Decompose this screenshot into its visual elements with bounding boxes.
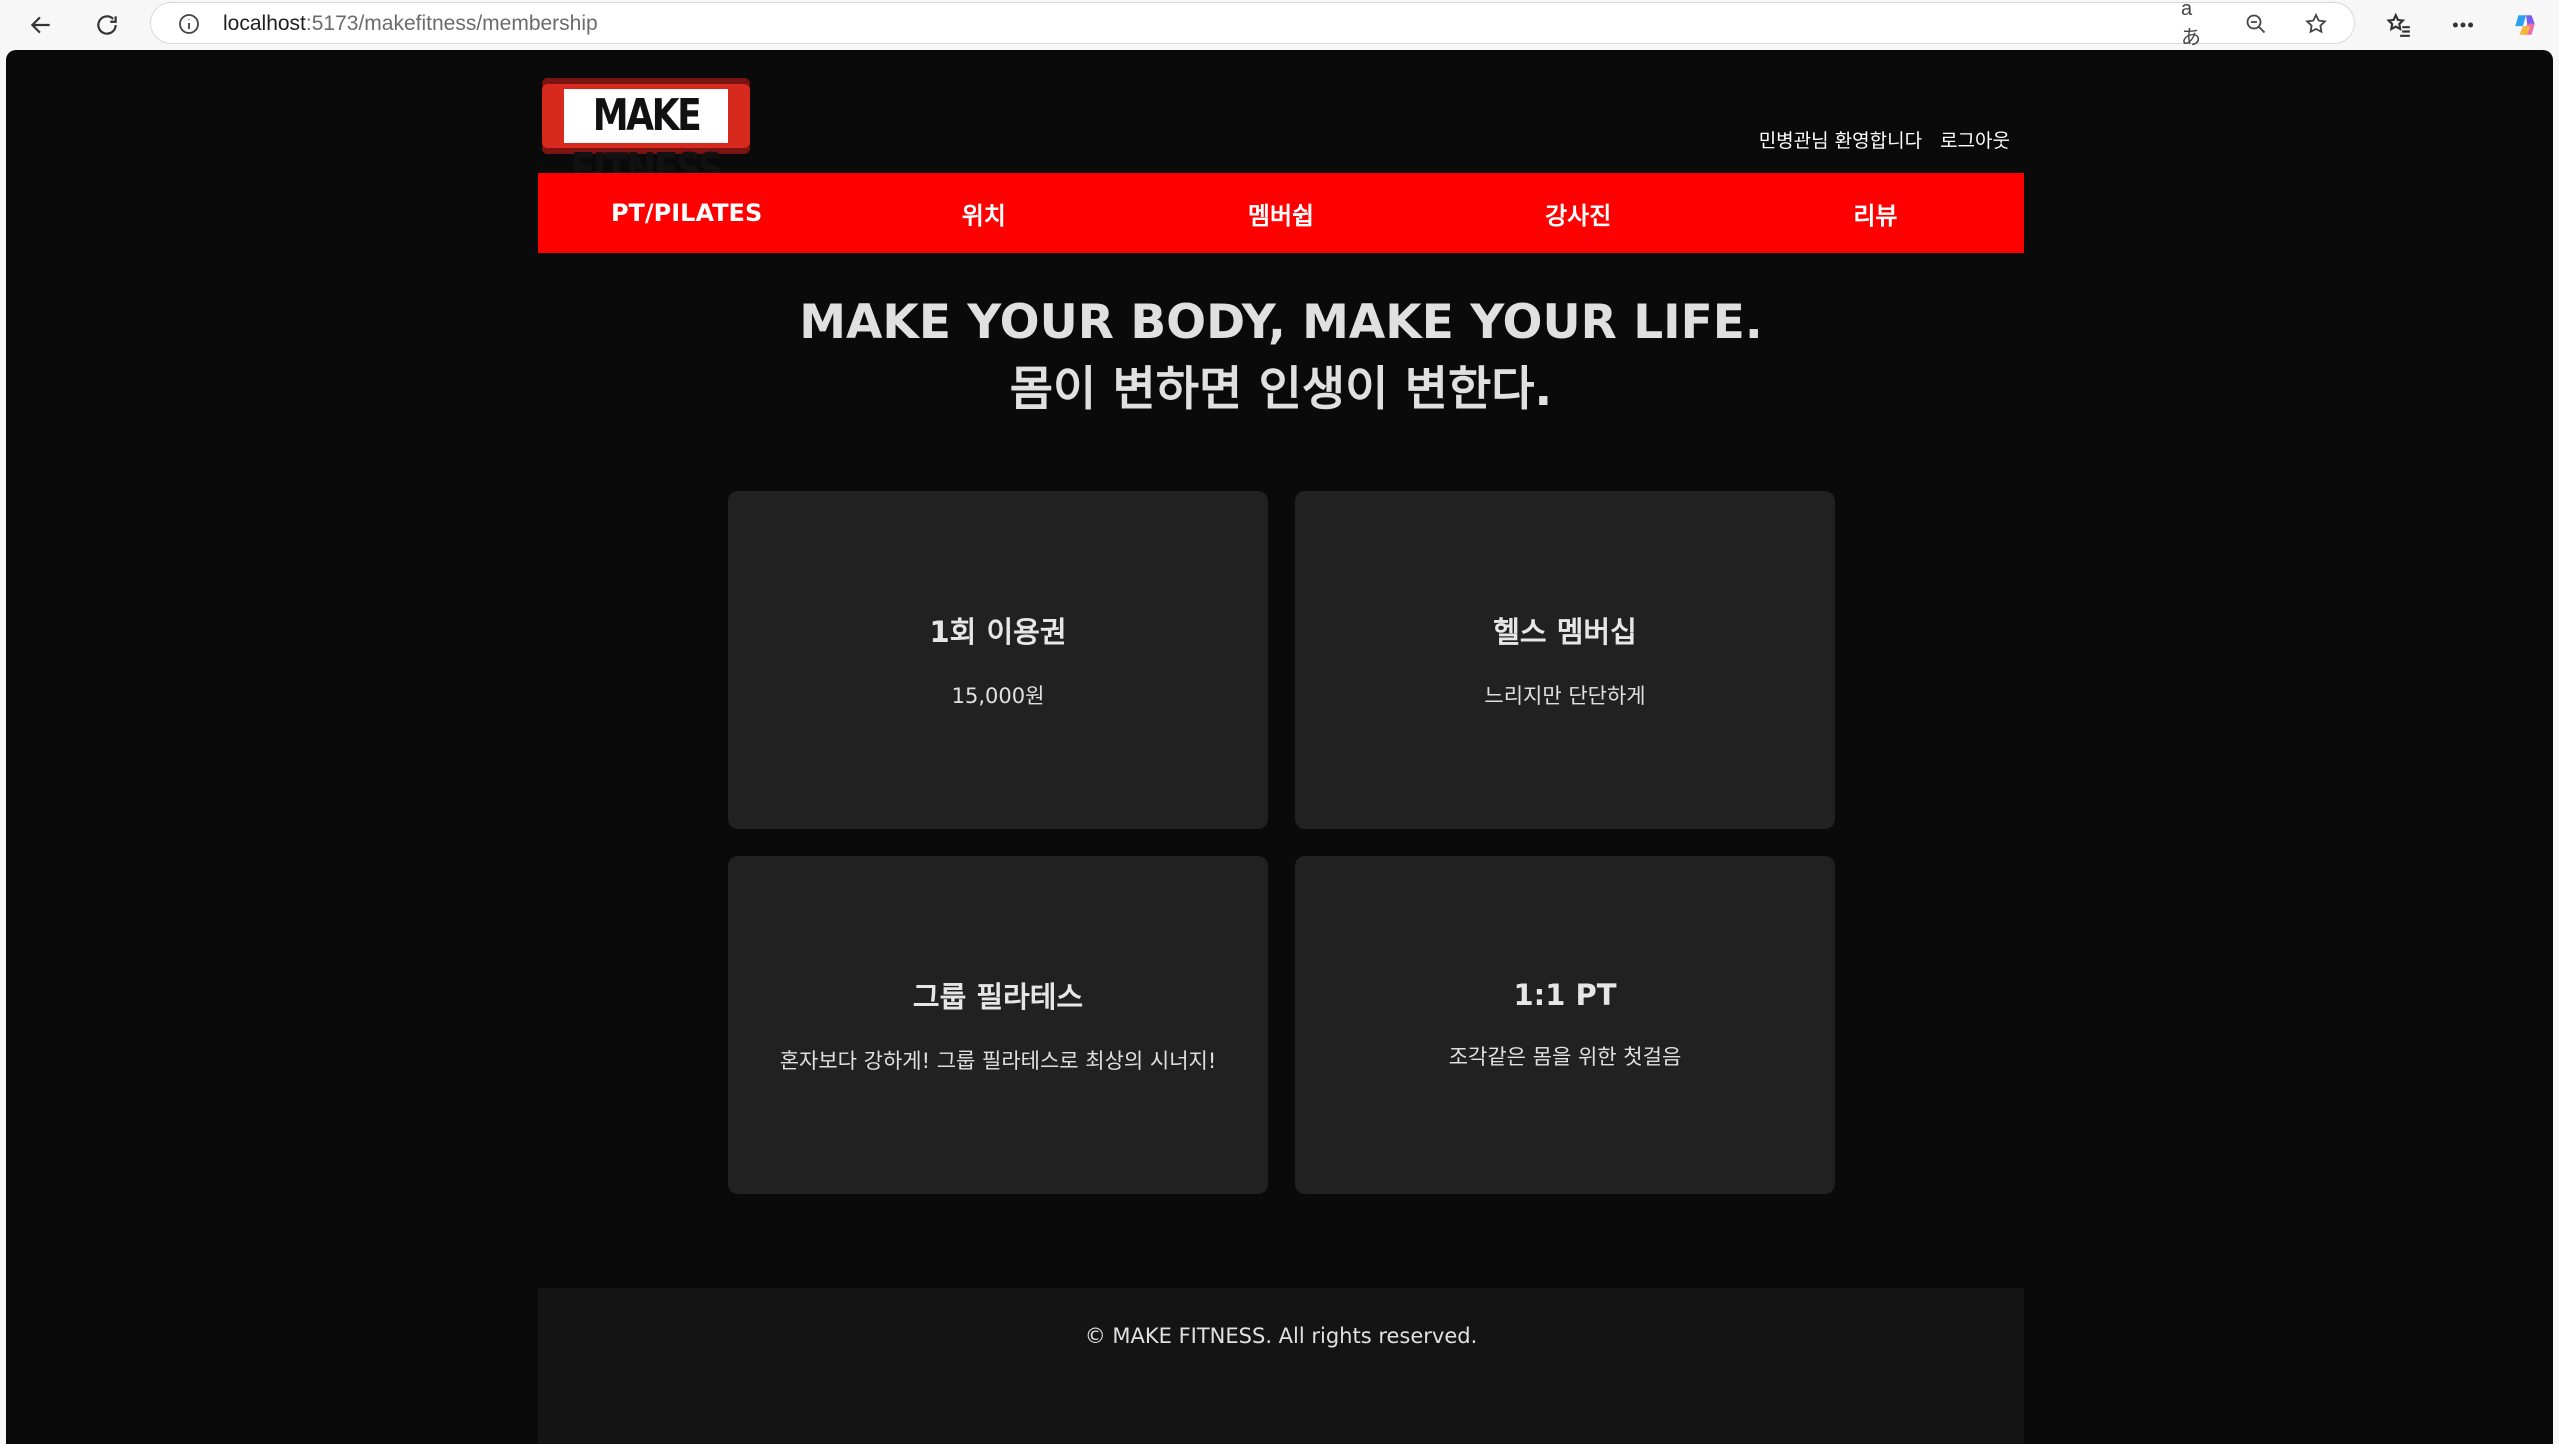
membership-card-single-pass[interactable]: 1회 이용권 15,000원 (728, 491, 1268, 829)
hero-heading: MAKE YOUR BODY, MAKE YOUR LIFE. 몸이 변하면 인… (538, 288, 2024, 422)
back-button[interactable] (20, 4, 62, 46)
more-button[interactable] (2442, 4, 2484, 46)
card-description: 15,000원 (951, 683, 1045, 708)
url-text[interactable]: localhost:5173/makefitness/membership (223, 12, 598, 36)
site-header: MAKE FITNESS 민병관님 환영합니다 로그아웃 (538, 50, 2024, 195)
logout-link[interactable]: 로그아웃 (1940, 126, 2010, 153)
star-icon (2305, 12, 2327, 34)
card-description: 느리지만 단단하게 (1484, 683, 1646, 708)
copyright-text: © MAKE FITNESS. All rights reserved. (1084, 1324, 1478, 1348)
reload-button[interactable] (86, 4, 128, 46)
nav-item-pt-pilates[interactable]: PT/PILATES (538, 173, 835, 253)
site-info-icon[interactable] (177, 12, 201, 36)
card-description: 혼자보다 강하게! 그룹 필라테스로 최상의 시너지! (779, 1048, 1217, 1073)
more-dots-icon (2452, 22, 2474, 28)
favorites-button[interactable] (2378, 4, 2420, 46)
read-aloud-button[interactable]: aあ (2181, 0, 2211, 49)
copilot-button[interactable] (2504, 4, 2546, 46)
card-description: 조각같은 몸을 위한 첫걸음 (1448, 1044, 1682, 1069)
favorite-button[interactable] (2301, 9, 2331, 39)
user-area: 민병관님 환영합니다 로그아웃 (1759, 126, 2010, 153)
card-title: 헬스 멤버십 (1493, 614, 1637, 649)
url-path: :5173/makefitness/membership (305, 12, 598, 35)
card-title: 그룹 필라테스 (912, 979, 1084, 1014)
page-container: MAKE FITNESS 민병관님 환영합니다 로그아웃 PT/PILATES … (538, 50, 2024, 1444)
favorites-list-icon (2386, 12, 2410, 37)
page-viewport: MAKE FITNESS 민병관님 환영합니다 로그아웃 PT/PILATES … (6, 50, 2553, 1444)
membership-card-health[interactable]: 헬스 멤버십 느리지만 단단하게 (1295, 491, 1835, 829)
address-bar[interactable]: localhost:5173/makefitness/membership aあ (150, 0, 2355, 49)
hero-line-korean: 몸이 변하면 인생이 변한다. (1009, 362, 1553, 417)
hero-line-english: MAKE YOUR BODY, MAKE YOUR LIFE. (799, 295, 1763, 350)
site-logo[interactable]: MAKE FITNESS (542, 78, 750, 195)
copilot-icon (2515, 15, 2535, 35)
nav-item-reviews[interactable]: 리뷰 (1727, 173, 2024, 253)
site-footer: © MAKE FITNESS. All rights reserved. (538, 1288, 2024, 1444)
card-title: 1:1 PT (1513, 977, 1617, 1012)
membership-card-personal-training[interactable]: 1:1 PT 조각같은 몸을 위한 첫걸음 (1295, 856, 1835, 1194)
logo-text: MAKE FITNESS (564, 89, 728, 195)
arrow-left-icon (30, 16, 50, 34)
zoom-out-button[interactable] (2241, 9, 2271, 39)
url-host: localhost (223, 12, 306, 35)
nav-item-membership[interactable]: 멤버쉽 (1132, 173, 1429, 253)
reload-icon (97, 15, 117, 35)
main-nav: PT/PILATES 위치 멤버쉽 강사진 리뷰 (538, 173, 2024, 253)
nav-item-trainers[interactable]: 강사진 (1430, 173, 1727, 253)
card-title: 1회 이용권 (929, 614, 1067, 649)
zoom-out-icon (2246, 14, 2266, 34)
nav-item-location[interactable]: 위치 (835, 173, 1132, 253)
browser-toolbar: localhost:5173/makefitness/membership aあ (0, 0, 2559, 50)
membership-card-group-pilates[interactable]: 그룹 필라테스 혼자보다 강하게! 그룹 필라테스로 최상의 시너지! (728, 856, 1268, 1194)
read-aloud-label: aあ (2181, 0, 2201, 49)
user-greeting: 민병관님 환영합니다 (1758, 130, 1923, 152)
